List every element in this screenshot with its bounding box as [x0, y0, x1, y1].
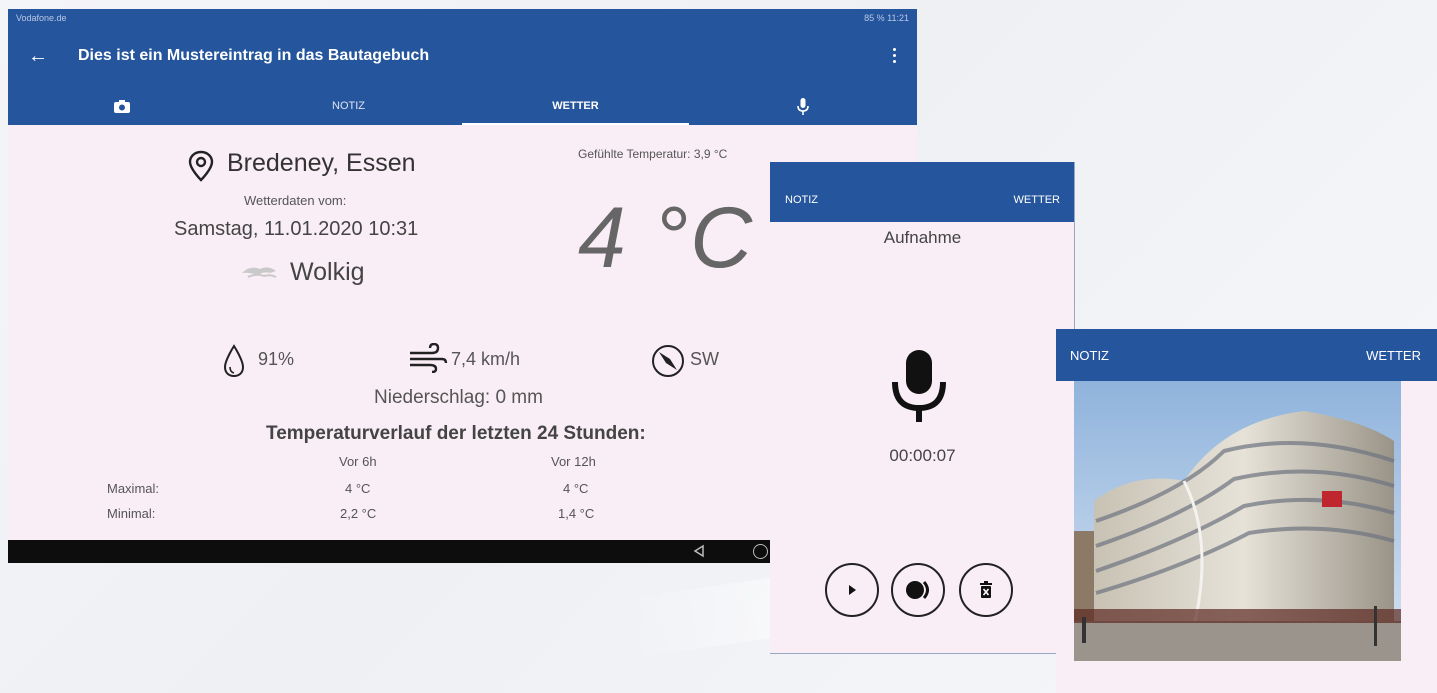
- record-button[interactable]: [891, 563, 945, 617]
- record-icon: [906, 581, 929, 599]
- feels-like-temperature: Gefühlte Temperatur: 3,9 °C: [578, 147, 728, 161]
- camera-icon: [113, 100, 130, 113]
- current-temperature: 4 °C: [578, 190, 755, 286]
- app-bar: ← Dies ist ein Mustereintrag in das Baut…: [8, 27, 917, 87]
- tab-label: WETTER: [552, 100, 599, 112]
- tab-notiz[interactable]: NOTIZ: [785, 194, 818, 206]
- recording-title: Aufnahme: [883, 228, 962, 247]
- tab-label: NOTIZ: [332, 100, 365, 112]
- more-vert-icon[interactable]: [893, 48, 897, 64]
- history-row-label: Minimal:: [107, 506, 156, 521]
- delete-button[interactable]: [959, 563, 1013, 617]
- building-photo[interactable]: [1074, 381, 1401, 661]
- tab-wetter[interactable]: WETTER: [1366, 348, 1421, 363]
- wind-speed-value: 7,4 km/h: [451, 349, 521, 369]
- tab-wetter[interactable]: WETTER: [462, 87, 689, 125]
- tab-camera[interactable]: [8, 87, 235, 125]
- status-right: 85 % 11:21: [864, 13, 909, 23]
- history-cell: 4 °C: [345, 481, 371, 496]
- page-title: Dies ist ein Mustereintrag in das Bautag…: [78, 47, 430, 64]
- temperature-history-title: Temperaturverlauf der letzten 24 Stunden…: [266, 423, 646, 444]
- history-column-header: Vor 6h: [339, 454, 377, 469]
- tab-wetter[interactable]: WETTER: [1014, 194, 1060, 206]
- tab-notiz[interactable]: NOTIZ: [1070, 348, 1109, 363]
- tab-notiz[interactable]: NOTIZ: [235, 87, 462, 125]
- weather-condition: Wolkig: [290, 258, 365, 286]
- status-bar: Vodafone.de 85 % 11:21: [8, 9, 917, 27]
- recording-screen: NOTIZ WETTER Aufnahme 00:00:07: [770, 162, 1075, 654]
- play-button[interactable]: [825, 563, 879, 617]
- location-label: Bredeney, Essen: [227, 149, 416, 177]
- photo-screen: NOTIZ WETTER: [1056, 329, 1437, 693]
- microphone-icon: [797, 98, 809, 115]
- weather-date-label: Wetterdaten vom:: [244, 193, 347, 208]
- cloud-icon: [242, 267, 277, 278]
- play-icon: [849, 585, 856, 595]
- photo-tab-bar: NOTIZ WETTER: [1056, 329, 1437, 381]
- tab-microphone[interactable]: [689, 87, 917, 125]
- precipitation-value: Niederschlag: 0 mm: [374, 387, 543, 408]
- history-cell: 1,4 °C: [558, 506, 595, 521]
- history-cell: 2,2 °C: [340, 506, 377, 521]
- humidity-drop-icon: [223, 344, 245, 378]
- arrow-back-icon[interactable]: ←: [28, 45, 48, 67]
- compass-icon: [652, 345, 684, 377]
- microphone-icon: [892, 350, 946, 422]
- recording-tab-bar: NOTIZ WETTER: [770, 162, 1074, 222]
- nav-home-icon[interactable]: [753, 544, 768, 559]
- location-pin-icon: [188, 150, 214, 182]
- wind-direction-value: SW: [690, 349, 719, 369]
- history-column-header: Vor 12h: [551, 454, 596, 469]
- carrier-label: Vodafone.de: [16, 13, 67, 23]
- humidity-value: 91%: [258, 349, 295, 369]
- history-cell: 4 °C: [563, 481, 589, 496]
- wind-icon: [410, 343, 448, 373]
- nav-back-icon[interactable]: [692, 544, 706, 558]
- weather-datetime: Samstag, 11.01.2020 10:31: [174, 218, 419, 240]
- tab-bar: NOTIZ WETTER: [8, 87, 917, 125]
- history-row-label: Maximal:: [107, 481, 160, 496]
- delete-icon: [980, 581, 992, 598]
- recording-timer: 00:00:07: [889, 446, 956, 465]
